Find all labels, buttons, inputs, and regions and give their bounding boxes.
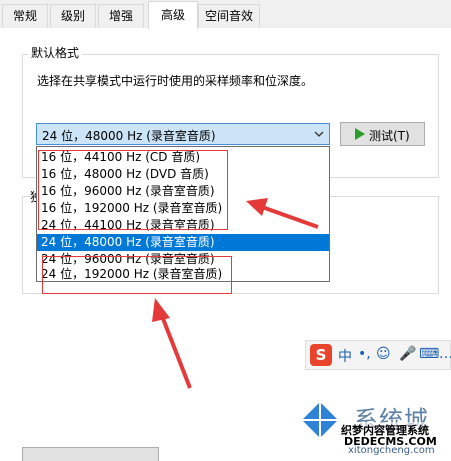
punctuation-icon[interactable]: •, (358, 346, 371, 362)
arrow-icon (246, 198, 319, 229)
mic-icon[interactable]: 🎤 (399, 346, 416, 362)
arrow-icon (152, 298, 192, 389)
annotation-arrows (152, 198, 319, 389)
more-icon[interactable]: … (439, 346, 451, 362)
ime-mode-button[interactable]: 中 (338, 346, 352, 366)
ime-toolbar: S 中 •, ☺ 🎤 ⌨ … (305, 340, 451, 370)
keyboard-icon[interactable]: ⌨ (419, 346, 439, 362)
sogou-logo-icon[interactable]: S (310, 344, 332, 366)
windows-logo-icon (302, 402, 338, 438)
restore-defaults-button[interactable] (22, 447, 159, 461)
tab-advanced[interactable]: 高级 (148, 1, 198, 29)
tab-label: 高级 (160, 8, 185, 22)
watermark-url: xitongcheng.com (348, 445, 435, 456)
emoji-icon[interactable]: ☺ (376, 346, 391, 362)
watermark: 系统城 织梦内容管理系统 DEDECMS.COM xitongcheng.com (300, 398, 451, 456)
